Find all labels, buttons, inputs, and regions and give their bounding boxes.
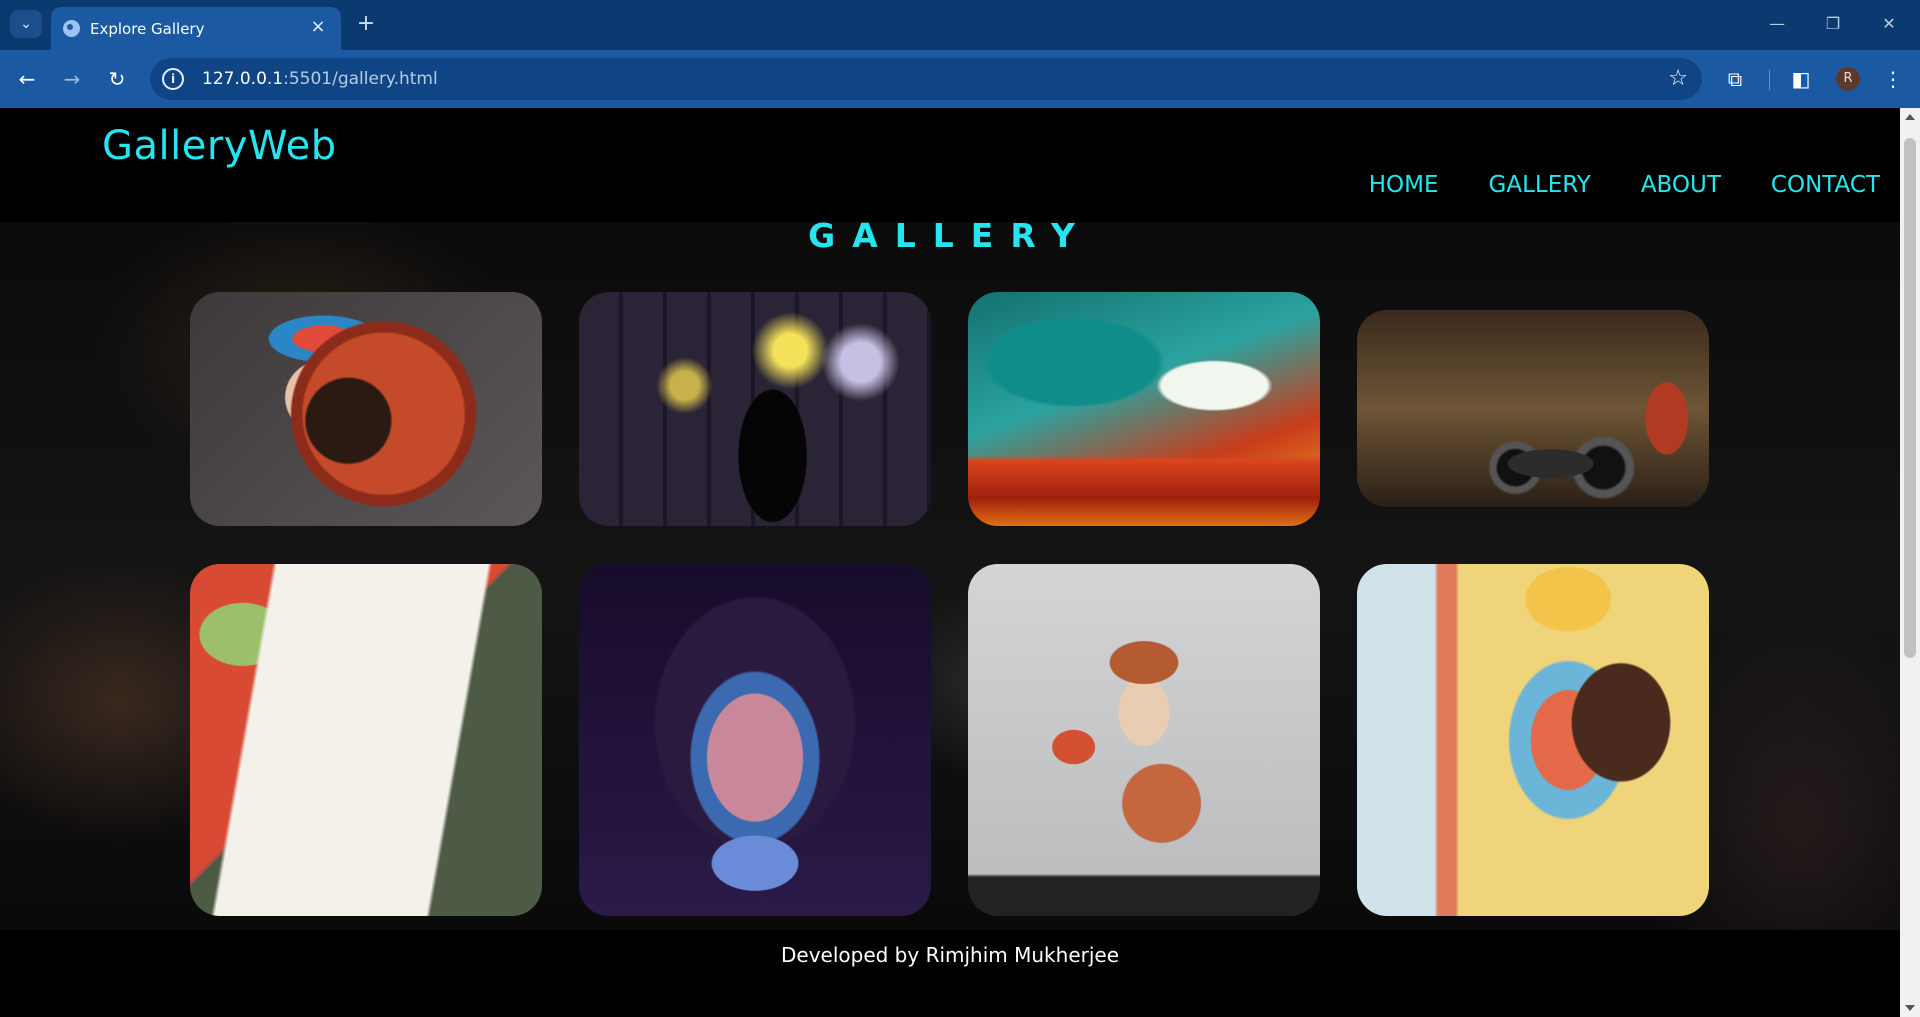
forward-button[interactable]: → [57,64,87,94]
address-bar[interactable]: i 127.0.0.1:5501/gallery.html ☆ [150,58,1702,100]
extensions-icon[interactable]: ⧉ [1722,66,1748,92]
scroll-up-icon[interactable] [1905,114,1915,120]
site-info-icon[interactable]: i [162,68,184,90]
gallery-image-7[interactable] [968,564,1320,916]
nav-contact[interactable]: CONTACT [1771,172,1880,198]
gallery-image-2[interactable] [579,292,931,526]
url-text: 127.0.0.1:5501/gallery.html [202,69,438,89]
bookmark-star-icon[interactable]: ☆ [1668,66,1688,91]
back-button[interactable]: ← [12,64,42,94]
main-nav: HOME GALLERY ABOUT CONTACT [1369,172,1900,198]
tab-title: Explore Gallery [90,19,205,38]
gallery-image-4[interactable] [1357,310,1709,507]
browser-toolbar: ← → ↻ i 127.0.0.1:5501/gallery.html ☆ ⧉ … [0,50,1920,108]
page-scrollbar[interactable] [1900,108,1920,1017]
close-window-icon[interactable]: ✕ [1866,10,1912,38]
browser-tab-active[interactable]: Explore Gallery × [51,7,341,50]
nav-home[interactable]: HOME [1369,172,1439,198]
gallery-image-5[interactable] [190,564,542,916]
toolbar-separator [1769,70,1770,90]
gallery-image-6[interactable] [579,564,931,916]
tab-search-button[interactable]: ⌄ [10,10,42,38]
page-title: GALLERY [808,216,1092,255]
menu-kebab-icon[interactable]: ⋮ [1880,66,1906,92]
globe-icon [63,20,80,37]
gallery-image-3[interactable] [968,292,1320,526]
new-tab-button[interactable]: + [352,10,380,38]
nav-gallery[interactable]: GALLERY [1489,172,1591,198]
browser-tabbar: ⌄ Explore Gallery × + — ❐ ✕ [0,0,1920,50]
close-tab-icon[interactable]: × [307,16,329,38]
page-viewport: GalleryWeb HOME GALLERY ABOUT CONTACT GA… [0,108,1900,1017]
site-logo[interactable]: GalleryWeb [102,123,337,169]
scrollbar-thumb[interactable] [1904,138,1916,658]
side-panel-icon[interactable]: ◧ [1788,66,1814,92]
footer-credit: Developed by Rimjhim Mukherjee [780,943,1120,967]
restore-icon[interactable]: ❐ [1810,10,1856,38]
gallery-image-8[interactable] [1357,564,1709,916]
gallery-image-1[interactable] [190,292,542,526]
profile-avatar[interactable]: R [1836,67,1860,91]
nav-about[interactable]: ABOUT [1641,172,1721,198]
minimize-icon[interactable]: — [1754,10,1800,38]
reload-button[interactable]: ↻ [102,64,132,94]
scroll-down-icon[interactable] [1905,1005,1915,1011]
